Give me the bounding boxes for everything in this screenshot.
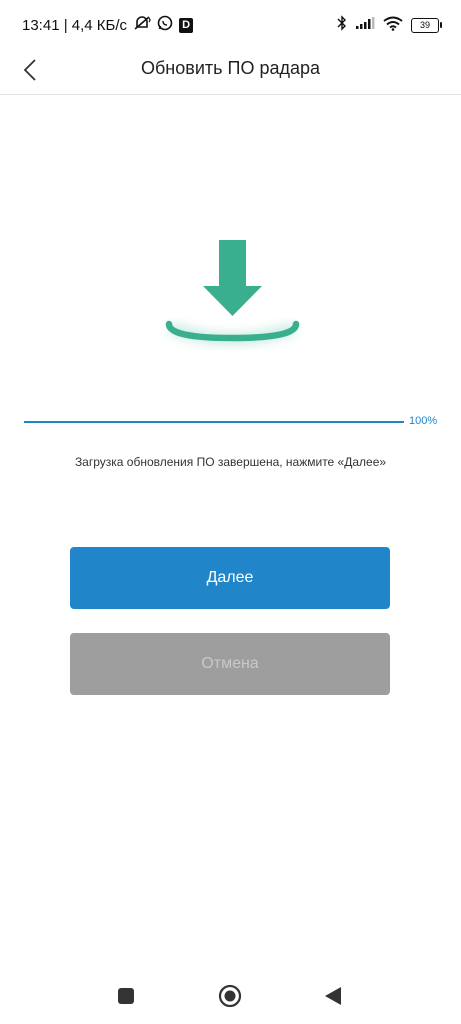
cancel-button[interactable]: Отмена — [70, 633, 390, 695]
progress-fill — [24, 421, 404, 423]
progress-percent: 100% — [409, 415, 438, 427]
status-left: 13:41 | 4,4 КБ/с D — [22, 15, 194, 35]
next-button[interactable]: Далее — [70, 547, 390, 609]
bluetooth-icon — [337, 15, 347, 35]
progress-bar — [24, 421, 404, 423]
whatsapp-icon — [157, 15, 173, 35]
status-time-speed: 13:41 | 4,4 КБ/с — [22, 16, 128, 34]
battery-icon: 39 — [411, 17, 442, 33]
wifi-icon — [383, 16, 403, 35]
square-recents-icon[interactable] — [117, 987, 135, 1010]
triangle-back-icon[interactable] — [324, 986, 342, 1011]
app-header: Обновить ПО радара — [0, 50, 461, 95]
status-message: Загрузка обновления ПО завершена, нажмит… — [74, 455, 387, 469]
download-icon — [160, 232, 305, 362]
status-bar: 13:41 | 4,4 КБ/с D 39 — [0, 0, 461, 50]
system-nav-bar — [0, 965, 461, 1024]
page-title: Обновить ПО радара — [141, 58, 320, 78]
muted-bell-icon — [133, 15, 151, 35]
status-right: 39 — [337, 15, 442, 35]
circle-home-icon[interactable] — [218, 984, 242, 1013]
d-app-icon: D — [179, 17, 194, 33]
signal-icon — [355, 16, 375, 34]
